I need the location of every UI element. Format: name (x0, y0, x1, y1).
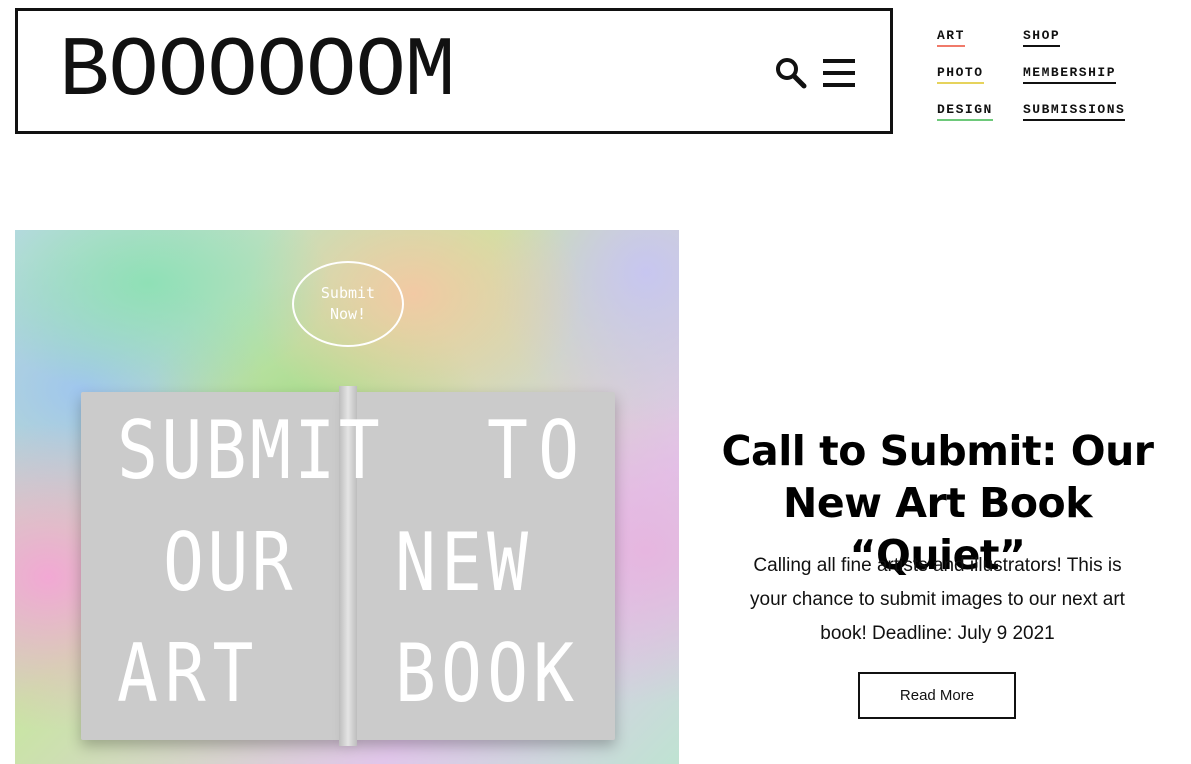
book-word-to: TO (487, 404, 590, 497)
hamburger-menu-icon[interactable] (823, 59, 855, 87)
book-word-book: BOOK (395, 627, 580, 720)
article-excerpt: Calling all fine artists and illustrator… (750, 555, 1125, 644)
open-book-graphic: SUBMIT TO OUR NEW ART BOOK (77, 386, 619, 746)
nav-link-art[interactable]: ART (937, 28, 965, 47)
nav-link-membership[interactable]: MEMBERSHIP (1023, 65, 1117, 84)
badge-line-2: Now! (329, 305, 367, 323)
featured-image[interactable]: Submit Now! SUBMIT TO OUR NEW ART BOOK (15, 230, 679, 764)
book-word-art: ART (117, 627, 261, 720)
book-word-submit: SUBMIT (117, 404, 384, 497)
submit-now-badge: Submit Now! (292, 261, 404, 347)
nav-link-photo[interactable]: PHOTO (937, 65, 984, 84)
read-more-button[interactable]: Read More (858, 672, 1016, 719)
badge-line-1: Submit (320, 284, 376, 302)
site-logo[interactable]: BOOOOOOM (59, 29, 455, 117)
site-header: BOOOOOOM (15, 8, 893, 134)
nav-link-shop[interactable]: SHOP (1023, 28, 1061, 47)
search-icon[interactable] (775, 57, 807, 89)
nav-link-design[interactable]: DESIGN (937, 102, 993, 121)
book-word-our: OUR (163, 516, 297, 609)
nav-link-submissions[interactable]: SUBMISSIONS (1023, 102, 1126, 121)
book-word-new: NEW (395, 516, 534, 609)
